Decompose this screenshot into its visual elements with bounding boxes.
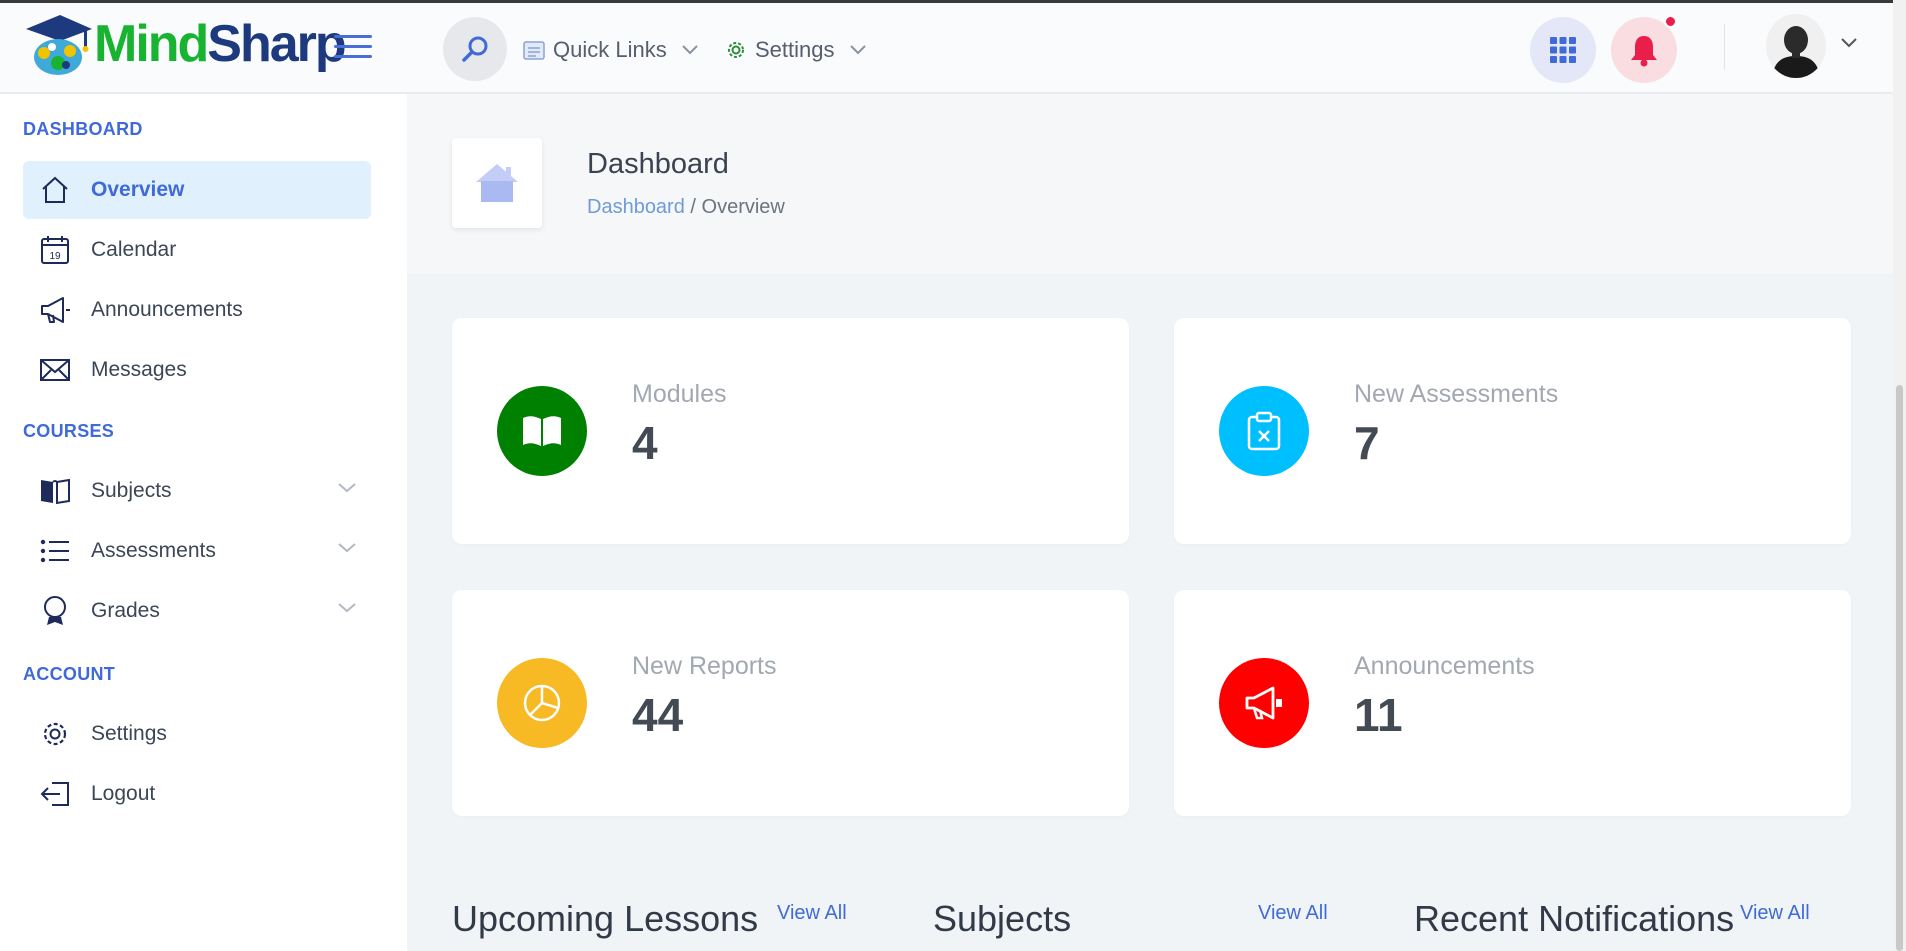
open-book-icon <box>523 416 561 446</box>
page-scrollbar-thumb[interactable] <box>1896 385 1903 951</box>
sidebar-item-calendar[interactable]: 19 Calendar <box>23 221 371 279</box>
quick-links-dropdown[interactable]: Quick Links <box>522 37 699 63</box>
chevron-down-icon <box>337 482 357 494</box>
logo-text-mind: Mind <box>94 15 209 73</box>
user-menu-chevron-icon[interactable] <box>1840 36 1858 54</box>
page-title-icon <box>452 138 542 228</box>
chevron-down-icon <box>681 44 699 56</box>
sidebar-item-overview[interactable]: Overview <box>23 161 371 219</box>
app-header: MindSharp Quick Links Settings <box>0 3 1893 93</box>
stat-value: 11 <box>1354 689 1403 741</box>
home-icon <box>476 164 518 202</box>
modules-icon-circle <box>497 386 587 476</box>
apps-grid-button[interactable] <box>1530 17 1596 83</box>
chevron-down-icon <box>337 602 357 614</box>
sidebar-item-label: Grades <box>91 599 160 622</box>
grid-icon <box>1550 37 1576 63</box>
book-icon <box>38 477 72 505</box>
reports-icon-circle <box>497 658 587 748</box>
logo-wordmark: MindSharp <box>94 15 347 73</box>
breadcrumb-current: Overview <box>701 196 785 218</box>
sidebar-item-label: Logout <box>91 782 156 805</box>
sidebar-item-label: Messages <box>91 358 187 381</box>
breadcrumb: Dashboard / Overview <box>587 196 785 219</box>
sidebar-item-label: Announcements <box>91 298 243 321</box>
stat-label: Announcements <box>1354 652 1535 680</box>
settings-label: Settings <box>755 37 835 62</box>
notification-badge <box>1664 15 1677 28</box>
gear-icon <box>38 719 72 749</box>
user-avatar[interactable] <box>1766 14 1826 78</box>
home-icon <box>38 176 72 204</box>
sidebar-section-account: ACCOUNT <box>23 664 116 684</box>
search-icon <box>462 36 488 62</box>
sidebar-item-grades[interactable]: Grades <box>23 582 371 640</box>
calendar-icon: 19 <box>38 235 72 265</box>
calendar-icon-day: 19 <box>49 251 61 262</box>
graduation-cap-brain-icon <box>26 15 92 75</box>
upcoming-lessons-heading: Upcoming Lessons <box>452 898 759 939</box>
announcements-icon-circle <box>1219 658 1309 748</box>
sidebar-item-settings[interactable]: Settings <box>23 705 371 763</box>
sidebar-section-dashboard: DASHBOARD <box>23 119 143 139</box>
recent-notifications-heading: Recent Notifications <box>1414 898 1735 939</box>
list-icon <box>38 539 72 563</box>
award-icon <box>38 595 72 627</box>
sidebar-item-subjects[interactable]: Subjects <box>23 462 371 520</box>
stat-label: New Reports <box>632 652 777 680</box>
header-divider <box>1724 24 1725 70</box>
subjects-view-all-link[interactable]: View All <box>1258 902 1328 925</box>
upcoming-lessons-view-all-link[interactable]: View All <box>777 902 847 925</box>
menu-toggle-button[interactable] <box>334 35 372 61</box>
stat-card-modules[interactable]: Modules 4 <box>452 318 1129 544</box>
stat-card-announcements[interactable]: Announcements 11 <box>1174 590 1851 816</box>
chevron-down-icon <box>337 542 357 554</box>
stat-card-new-reports[interactable]: New Reports 44 <box>452 590 1129 816</box>
breadcrumb-link-dashboard[interactable]: Dashboard <box>587 196 685 218</box>
search-button[interactable] <box>443 17 507 81</box>
app-logo[interactable]: MindSharp <box>24 11 347 77</box>
sidebar-item-messages[interactable]: Messages <box>23 341 371 399</box>
sidebar-item-assessments[interactable]: Assessments <box>23 522 371 580</box>
gear-icon <box>724 38 748 62</box>
sidebar-item-logout[interactable]: Logout <box>23 765 371 823</box>
stat-value: 7 <box>1354 417 1380 469</box>
stat-value: 44 <box>632 689 684 741</box>
clipboard-x-icon <box>1247 411 1281 451</box>
stat-card-new-assessments[interactable]: New Assessments 7 <box>1174 318 1851 544</box>
page-title: Dashboard <box>587 148 729 180</box>
clipboard-icon <box>522 39 546 61</box>
subjects-heading: Subjects <box>933 898 1072 939</box>
stat-label: Modules <box>632 380 727 408</box>
assessments-icon-circle <box>1219 386 1309 476</box>
stat-label: New Assessments <box>1354 380 1559 408</box>
page-title-area <box>407 94 1893 274</box>
bell-icon <box>1631 36 1657 67</box>
sidebar-item-label: Calendar <box>91 238 177 261</box>
sidebar-item-label: Settings <box>91 722 167 745</box>
sidebar-section-courses: COURSES <box>23 421 115 441</box>
megaphone-icon <box>1245 686 1282 720</box>
recent-notifications-view-all-link[interactable]: View All <box>1740 902 1810 925</box>
logout-icon <box>38 781 72 807</box>
chevron-down-icon <box>849 44 867 56</box>
logo-text-sharp: Sharp <box>207 15 346 73</box>
pie-chart-icon <box>523 684 561 722</box>
breadcrumb-separator: / <box>684 196 702 218</box>
stat-value: 4 <box>632 417 658 469</box>
sidebar-item-label: Overview <box>91 178 185 201</box>
sidebar-item-label: Assessments <box>91 539 216 562</box>
sidebar-item-announcements[interactable]: Announcements <box>23 281 371 339</box>
settings-dropdown[interactable]: Settings <box>724 37 867 63</box>
envelope-icon <box>38 358 72 382</box>
quick-links-label: Quick Links <box>553 37 667 62</box>
megaphone-icon <box>38 296 72 324</box>
sidebar-item-label: Subjects <box>91 479 172 502</box>
